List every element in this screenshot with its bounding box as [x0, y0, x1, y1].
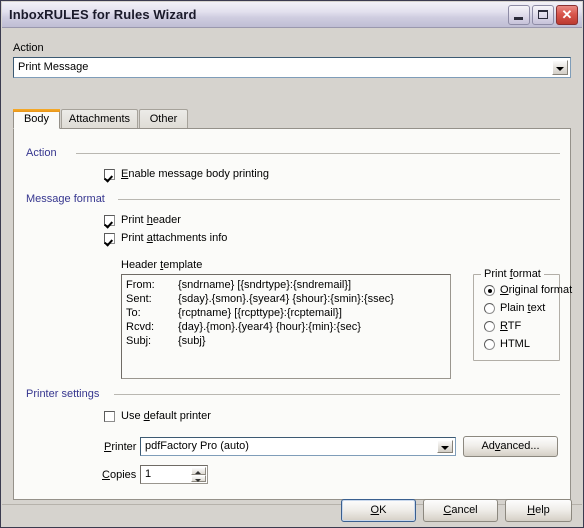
tab-other[interactable]: Other [139, 109, 188, 129]
radio-original-format-label: Original format [500, 284, 573, 296]
radio-html-label: HTML [500, 338, 530, 350]
minimize-button[interactable] [508, 5, 530, 25]
printer-field-label: Printer [104, 441, 137, 453]
copies-spinner[interactable]: 1 [140, 465, 208, 484]
checkbox-box-icon [104, 169, 115, 180]
header-template-value: {sndrname} [{sndrtype}:{sndremail}] [178, 279, 352, 291]
tab-attachments[interactable]: Attachments [61, 109, 138, 129]
close-icon: ✕ [561, 7, 573, 22]
header-template-line: Sent: {sday}.{smon}.{syear4} {shour}:{smi… [126, 293, 394, 305]
header-template-line: From: {sndrname} [{sndrtype}:{sndremail}] [126, 279, 351, 291]
header-template-label: Header template [121, 259, 203, 271]
radio-rtf-label: RTF [500, 320, 522, 332]
checkbox-enable-message-body-printing-label: Enable message body printing [121, 168, 269, 180]
copies-field-label: Copies [102, 469, 137, 481]
spinner-up-button[interactable] [191, 467, 206, 475]
tab-panel-body: Action Enable message body printing Mess… [13, 128, 572, 500]
chevron-down-icon [195, 478, 201, 482]
ok-button[interactable]: OK [341, 499, 416, 522]
maximize-icon [538, 10, 548, 19]
header-template-line: To: {rcptname} [{rcpttype}:{rcptemail}] [126, 307, 342, 319]
header-template-key: Rcvd: [126, 321, 155, 333]
chevron-down-icon [441, 446, 449, 450]
help-button-label: Help [527, 504, 550, 516]
radio-button-icon [484, 339, 495, 350]
tab-strip: Body Attachments Other [13, 109, 571, 129]
advanced-button-label: Advanced... [481, 440, 540, 452]
tab-body[interactable]: Body [13, 109, 60, 129]
header-template-line: Subj: {subj} [126, 335, 206, 347]
footer-bar: OK Cancel Help [2, 499, 582, 526]
header-template-key: Subj: [126, 335, 152, 347]
checkbox-print-attachments-info-label: Print attachments info [121, 232, 228, 244]
printer-combo-value: pdfFactory Pro (auto) [145, 440, 249, 452]
radio-button-icon [484, 303, 495, 314]
header-template-key: From: [126, 279, 155, 291]
tab-other-label: Other [149, 113, 178, 125]
copies-spinner-value: 1 [145, 468, 152, 480]
checkbox-use-default-printer-label: Use default printer [121, 410, 211, 422]
checkbox-box-icon [104, 233, 115, 244]
groupbox-print-format: Print format Original format Plain text … [473, 268, 572, 361]
cancel-button-label: Cancel [443, 504, 478, 516]
header-template-value: {subj} [178, 335, 206, 347]
header-template-value: {day}.{mon}.{year4} {hour}:{min}:{sec} [178, 321, 361, 333]
help-button[interactable]: Help [505, 499, 572, 522]
dialog-client-area: Action Print Message Body Attachments Ot… [2, 28, 582, 526]
group-rule-message-format [118, 199, 560, 200]
copies-spinner-buttons [191, 467, 206, 482]
group-rule-printer-settings [114, 394, 560, 395]
action-combo[interactable]: Print Message [13, 57, 571, 78]
advanced-button[interactable]: Advanced... [463, 436, 558, 457]
group-label-printer-settings: Printer settings [26, 388, 104, 400]
spinner-down-button[interactable] [191, 474, 206, 482]
title-bar: InboxRULES for Rules Wizard ✕ [2, 2, 582, 28]
maximize-button[interactable] [532, 5, 554, 25]
radio-button-icon [484, 285, 495, 296]
header-template-key: Sent: [126, 293, 152, 305]
groupbox-print-format-title: Print format [481, 268, 544, 280]
checkbox-box-icon [104, 215, 115, 226]
chevron-down-icon [556, 67, 564, 71]
group-label-message-format: Message format [26, 193, 109, 205]
header-template-value: {sday}.{smon}.{syear4} {shour}:{smin}:{s… [178, 293, 394, 305]
tab-body-label: Body [23, 113, 50, 125]
header-template-key: To: [126, 307, 141, 319]
radio-button-icon [484, 321, 495, 332]
header-template-value: {rcptname} [{rcpttype}:{rcptemail}] [178, 307, 342, 319]
action-combo-value: Print Message [18, 61, 89, 73]
cancel-button[interactable]: Cancel [423, 499, 498, 522]
ok-button-label: OK [370, 504, 387, 516]
dialog-window: InboxRULES for Rules Wizard ✕ Action Pri… [0, 0, 584, 528]
checkbox-box-icon [104, 411, 115, 422]
header-template-textarea[interactable]: From: {sndrname} [{sndrtype}:{sndremail}]… [121, 274, 451, 379]
printer-combo[interactable]: pdfFactory Pro (auto) [140, 437, 456, 456]
group-rule-action [76, 153, 560, 154]
radio-plain-text-label: Plain text [500, 302, 546, 314]
close-button[interactable]: ✕ [556, 5, 578, 25]
action-combo-arrow-button[interactable] [552, 60, 568, 75]
tab-attachments-label: Attachments [68, 113, 131, 125]
window-title: InboxRULES for Rules Wizard [9, 7, 197, 22]
action-label: Action [13, 42, 44, 54]
group-label-action: Action [26, 147, 61, 159]
caption-button-group: ✕ [508, 5, 578, 25]
header-template-line: Rcvd: {day}.{mon}.{year4} {hour}:{min}:{s… [126, 321, 361, 333]
minimize-icon [514, 17, 523, 20]
printer-combo-arrow-button[interactable] [437, 440, 453, 453]
checkbox-print-header-label: Print header [121, 214, 181, 226]
